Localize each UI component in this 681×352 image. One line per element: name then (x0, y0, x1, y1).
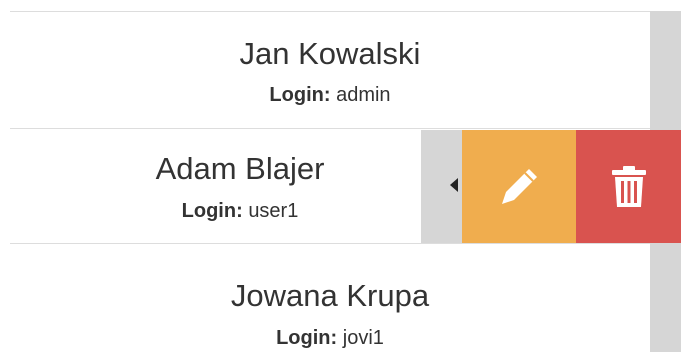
trash-icon (611, 165, 646, 207)
login-value: jovi1 (342, 327, 384, 349)
user-name: Jowana Krupa (230, 278, 430, 313)
login-label: Login: (276, 327, 338, 349)
pencil-icon (502, 168, 537, 204)
swipe-handle[interactable] (421, 130, 462, 243)
delete-button[interactable] (576, 130, 681, 243)
list-item[interactable]: Jowana Krupa Login: jovi1 (10, 243, 650, 352)
login-value: user1 (248, 200, 299, 222)
list-item-content: Jan Kowalski Login: admin (10, 12, 650, 129)
login-value: admin (336, 84, 391, 106)
user-login: Login: admin (10, 83, 650, 107)
user-name: Jan Kowalski (239, 36, 421, 71)
list-item-content: Jowana Krupa Login: jovi1 (10, 244, 650, 352)
user-login: Login: jovi1 (10, 326, 650, 350)
swipe-actions (421, 130, 681, 243)
login-label: Login: (269, 84, 331, 106)
list-item[interactable]: Jan Kowalski Login: admin (10, 11, 650, 129)
user-list-screen: Jan Kowalski Login: admin Adam Blajer Lo… (0, 0, 681, 352)
edit-button[interactable] (462, 130, 576, 243)
chevron-left-icon (450, 178, 458, 192)
login-label: Login: (181, 200, 243, 222)
